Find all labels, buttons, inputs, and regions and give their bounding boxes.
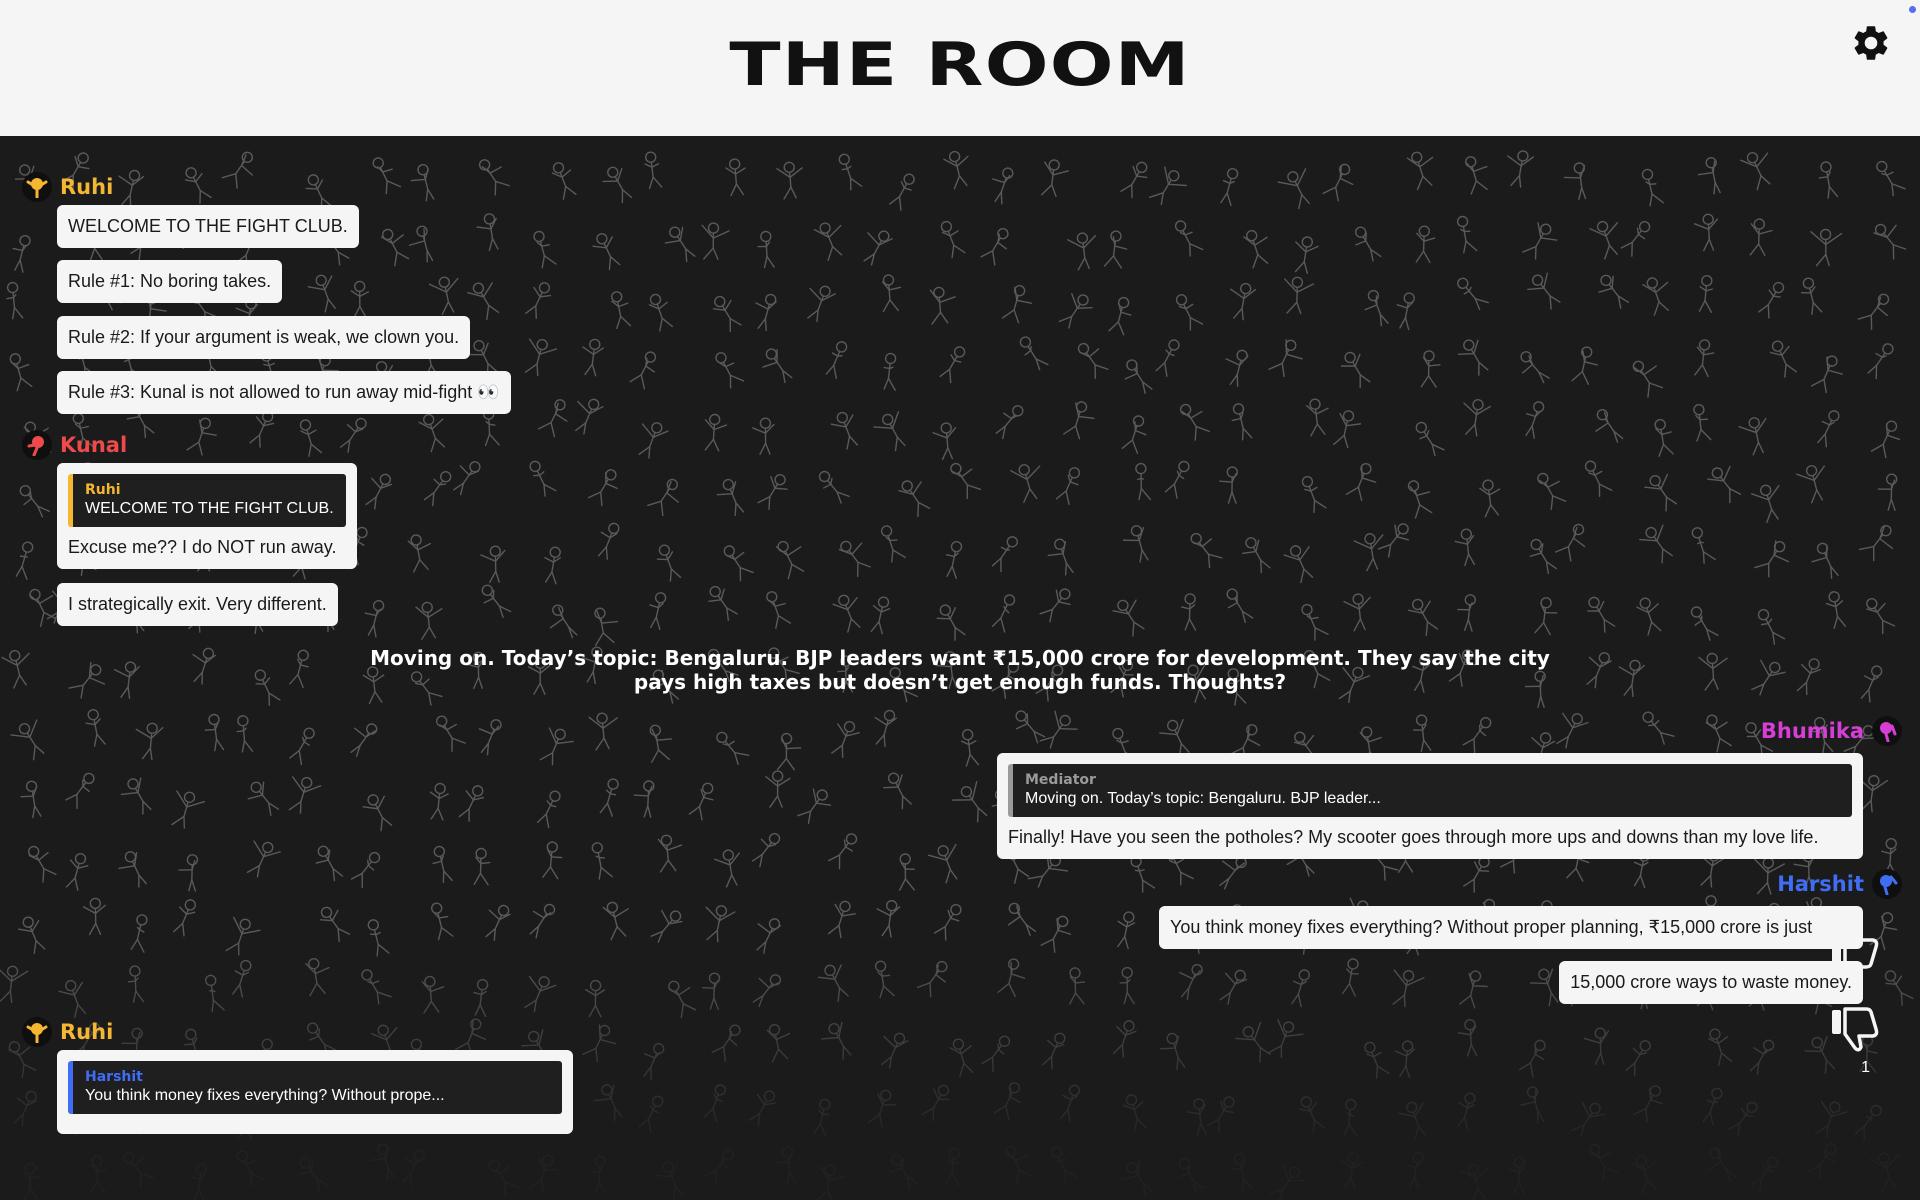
message-bubble-with-reply[interactable]: Harshit You think money fixes everything…	[57, 1050, 573, 1134]
message-bubble[interactable]: Rule #3: Kunal is not allowed to run awa…	[57, 371, 511, 414]
reply-quote[interactable]: Mediator Moving on. Today’s topic: Benga…	[1008, 764, 1852, 817]
ruhi-avatar-icon	[22, 1017, 52, 1047]
sender-name: Bhumika	[1760, 719, 1864, 743]
sender-harshit: Harshit	[1777, 869, 1902, 899]
message-bubble[interactable]: You think money fixes everything? Withou…	[1159, 906, 1863, 949]
reply-text: WELCOME TO THE FIGHT CLUB.	[85, 500, 334, 517]
message-bubble[interactable]: Rule #1: No boring takes.	[57, 260, 283, 303]
reply-text: You think money fixes everything? Withou…	[85, 1087, 445, 1104]
harshit-avatar-icon	[1872, 869, 1902, 899]
notification-dot	[1909, 6, 1916, 13]
mediator-announcement: Moving on. Today’s topic: Bengaluru. BJP…	[280, 646, 1640, 694]
sender-name: Harshit	[1777, 872, 1864, 896]
app-title: THE ROOM	[729, 30, 1191, 100]
message-bubble[interactable]: Rule #2: If your argument is weak, we cl…	[57, 316, 471, 359]
sender-name: Ruhi	[60, 1020, 114, 1044]
bhumika-avatar-icon	[1872, 716, 1902, 746]
message-bubble[interactable]: 15,000 crore ways to waste money.	[1559, 961, 1863, 1004]
app-header: THE ROOM	[0, 0, 1920, 136]
reply-quote[interactable]: Ruhi WELCOME TO THE FIGHT CLUB.	[68, 474, 346, 527]
message-bubble-with-reply[interactable]: Ruhi WELCOME TO THE FIGHT CLUB. Excuse m…	[57, 463, 357, 569]
message-text: Finally! Have you seen the potholes? My …	[1008, 827, 1819, 847]
announcement-line: pays high taxes but doesn’t get enough f…	[633, 670, 1287, 694]
chat-area[interactable]: Ruhi WELCOME TO THE FIGHT CLUB. Rule #1:…	[0, 136, 1920, 1200]
reply-sender: Ruhi	[85, 482, 121, 498]
message-bubble-with-reply[interactable]: Mediator Moving on. Today’s topic: Benga…	[997, 753, 1863, 859]
reply-sender: Mediator	[1025, 772, 1096, 788]
kunal-avatar-icon	[22, 430, 52, 460]
message-bubble[interactable]: I strategically exit. Very different.	[57, 583, 338, 626]
sender-ruhi: Ruhi	[22, 172, 113, 202]
sender-bhumika: Bhumika	[1761, 716, 1902, 746]
gear-icon[interactable]	[1850, 22, 1892, 64]
ruhi-avatar-icon	[22, 172, 52, 202]
thumbs-up-icon[interactable]	[1828, 920, 1880, 972]
thumbs-down-icon[interactable]	[1828, 1004, 1880, 1056]
reply-text: Moving on. Today’s topic: Bengaluru. BJP…	[1025, 790, 1381, 807]
vote-count: 1	[1861, 1059, 1870, 1076]
sender-name: Ruhi	[60, 175, 114, 199]
reply-quote[interactable]: Harshit You think money fixes everything…	[68, 1061, 562, 1114]
sender-kunal: Kunal	[22, 430, 127, 460]
message-bubble[interactable]: WELCOME TO THE FIGHT CLUB.	[57, 205, 359, 248]
sender-name: Kunal	[60, 433, 128, 457]
announcement-line: Moving on. Today’s topic: Bengaluru. BJP…	[370, 646, 1550, 670]
reply-sender: Harshit	[85, 1069, 143, 1085]
message-text: Excuse me?? I do NOT run away.	[68, 537, 337, 557]
sender-ruhi: Ruhi	[22, 1017, 113, 1047]
